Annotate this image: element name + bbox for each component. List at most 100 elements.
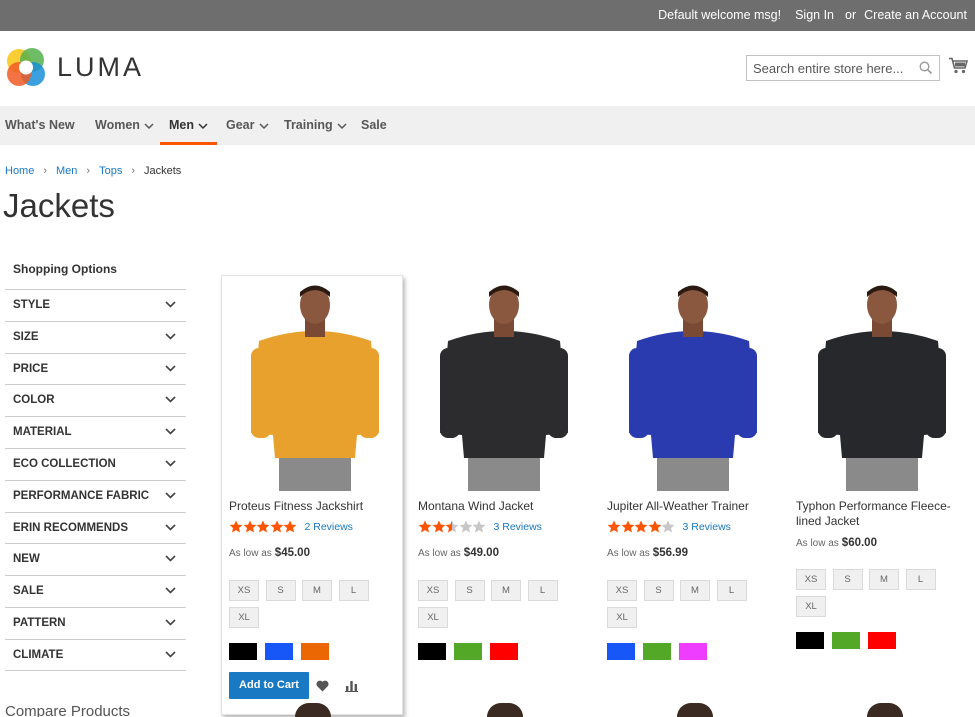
size-swatch[interactable]: S <box>643 580 674 601</box>
size-swatch[interactable]: M <box>680 580 710 601</box>
product-name[interactable]: Typhon Performance Fleece-lined Jacket <box>796 499 956 529</box>
luma-logo-icon[interactable] <box>5 48 47 88</box>
size-swatch[interactable]: XL <box>607 607 637 628</box>
size-swatch[interactable]: S <box>832 569 863 590</box>
color-swatch[interactable] <box>832 632 860 649</box>
product-name[interactable]: Montana Wind Jacket <box>418 499 593 514</box>
chevron-down-icon <box>165 619 176 626</box>
size-swatch[interactable]: M <box>869 569 899 590</box>
chevron-down-icon <box>165 396 176 404</box>
reviews-link[interactable]: 2 Reviews <box>305 521 353 533</box>
breadcrumb-home[interactable]: Home <box>5 165 34 177</box>
nav-label: Men <box>169 118 194 132</box>
size-swatch[interactable]: S <box>454 580 485 601</box>
chevron-down-icon <box>144 123 154 130</box>
nav-training[interactable]: Training <box>284 106 347 145</box>
size-swatch[interactable]: XL <box>229 607 259 628</box>
search-input[interactable] <box>747 56 917 80</box>
product-image[interactable] <box>418 283 590 491</box>
star-icon <box>270 520 283 533</box>
size-swatch[interactable]: XS <box>607 580 637 601</box>
filter-climate[interactable]: CLIMATE <box>5 638 186 671</box>
reviews-link[interactable]: 3 Reviews <box>683 521 731 533</box>
star-icon <box>418 520 432 533</box>
nav-women[interactable]: Women <box>95 106 154 145</box>
breadcrumb-tops[interactable]: Tops <box>99 165 122 177</box>
filter-style[interactable]: STYLE <box>5 289 186 321</box>
color-swatch[interactable] <box>679 643 707 660</box>
compare-products-title: Compare Products <box>5 703 131 717</box>
product-image[interactable] <box>607 283 779 491</box>
product-price: As low as $60.00 <box>796 537 877 549</box>
filter-new[interactable]: NEW <box>5 543 186 575</box>
size-swatch[interactable]: L <box>905 569 936 590</box>
size-swatch[interactable]: L <box>338 580 369 601</box>
breadcrumb: Home › Men › Tops › Jackets <box>5 165 181 177</box>
nav-gear[interactable]: Gear <box>226 106 269 145</box>
nav-sale[interactable]: Sale <box>361 106 387 145</box>
filter-sale[interactable]: SALE <box>5 575 186 607</box>
size-swatch[interactable]: XL <box>418 607 448 628</box>
product-image[interactable] <box>796 283 968 491</box>
filter-performance-fabric[interactable]: PERFORMANCE FABRIC <box>5 479 186 512</box>
size-swatch[interactable]: M <box>302 580 332 601</box>
color-swatch[interactable] <box>265 643 293 660</box>
filter-eco-collection[interactable]: ECO COLLECTION <box>5 447 186 480</box>
add-to-cart-button[interactable]: Add to Cart <box>229 672 309 699</box>
nav-men[interactable]: Men <box>160 106 217 145</box>
filter-erin-recommends[interactable]: ERIN RECOMMENDS <box>5 511 186 544</box>
filter-size[interactable]: SIZE <box>5 320 186 353</box>
price-value: $60.00 <box>841 537 877 549</box>
size-swatch[interactable]: M <box>491 580 521 601</box>
nav-whats-new[interactable]: What's New <box>5 106 75 145</box>
size-swatch[interactable]: L <box>527 580 558 601</box>
star-icon <box>634 520 648 533</box>
filter-list: STYLE SIZE PRICE COLOR MATERIAL ECO COLLECTIO… <box>5 289 186 671</box>
product-name[interactable]: Proteus Fitness Jackshirt <box>229 499 404 514</box>
logo-text[interactable]: LUMA <box>57 52 144 83</box>
size-swatch[interactable]: XS <box>229 580 259 601</box>
cart-icon[interactable] <box>949 57 968 74</box>
color-swatch[interactable] <box>607 643 635 660</box>
color-swatch[interactable] <box>796 632 824 649</box>
filter-price[interactable]: PRICE <box>5 352 186 385</box>
star-icon <box>283 520 297 533</box>
search-box[interactable] <box>746 55 940 81</box>
chevron-down-icon <box>165 524 176 531</box>
product-name[interactable]: Jupiter All-Weather Trainer <box>607 499 782 514</box>
product-rating: 3 Reviews <box>607 520 731 533</box>
reviews-link[interactable]: 3 Reviews <box>494 521 542 533</box>
color-swatch[interactable] <box>868 632 896 649</box>
color-swatch[interactable] <box>301 643 329 660</box>
search-icon[interactable] <box>919 61 933 75</box>
color-swatch[interactable] <box>418 643 446 660</box>
size-swatch[interactable]: XS <box>796 569 826 590</box>
product-image[interactable] <box>229 283 401 491</box>
chevron-down-icon <box>165 460 176 467</box>
product-price: As low as $45.00 <box>229 547 310 559</box>
filter-pattern[interactable]: PATTERN <box>5 606 186 639</box>
filter-material[interactable]: MATERIAL <box>5 416 186 448</box>
nav-label: What's New <box>5 118 75 132</box>
color-swatch[interactable] <box>643 643 671 660</box>
size-swatch[interactable]: S <box>265 580 296 601</box>
or-text: or <box>845 8 857 22</box>
color-swatch[interactable] <box>229 643 257 660</box>
color-swatch[interactable] <box>454 643 482 660</box>
color-swatch[interactable] <box>490 643 518 660</box>
size-swatch[interactable]: XS <box>418 580 448 601</box>
size-swatch[interactable]: XL <box>796 596 826 617</box>
wishlist-heart-icon[interactable] <box>316 680 329 692</box>
sign-in-link[interactable]: Sign In <box>795 8 834 22</box>
chevron-down-icon <box>337 123 347 130</box>
create-account-link[interactable]: Create an Account <box>864 8 967 22</box>
chevron-down-icon <box>258 123 269 130</box>
compare-chart-icon[interactable] <box>345 680 358 692</box>
chevron-down-icon <box>165 301 176 308</box>
nav-label: Gear <box>226 118 255 132</box>
filter-color[interactable]: COLOR <box>5 384 186 416</box>
breadcrumb-men[interactable]: Men <box>56 165 77 177</box>
star-icon <box>256 520 270 533</box>
size-swatch[interactable]: L <box>716 580 747 601</box>
price-value: $49.00 <box>463 547 499 559</box>
